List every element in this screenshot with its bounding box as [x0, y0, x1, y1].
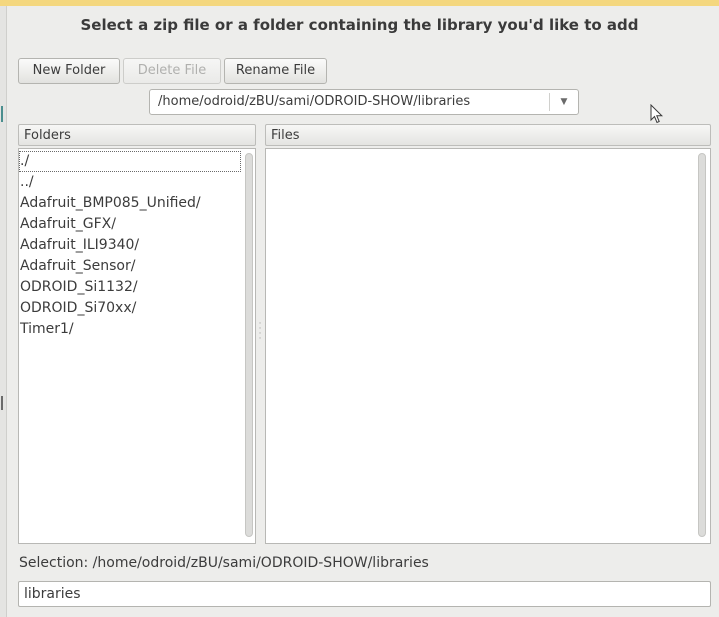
chevron-down-icon[interactable]: ▼: [550, 90, 578, 114]
files-header-label: Files: [271, 128, 300, 143]
new-folder-label: New Folder: [32, 63, 106, 78]
rename-file-button[interactable]: Rename File: [224, 58, 327, 84]
path-combo[interactable]: /home/odroid/zBU/sami/ODROID-SHOW/librar…: [149, 89, 579, 115]
folder-item[interactable]: Adafruit_BMP085_Unified/: [19, 193, 241, 214]
window-left-edge: [0, 6, 7, 617]
folder-item[interactable]: Adafruit_GFX/: [19, 214, 241, 235]
folders-header[interactable]: Folders: [18, 124, 256, 146]
pane-divider-handle[interactable]: · · · ·: [258, 320, 262, 344]
dialog-title: Select a zip file or a folder containing…: [80, 16, 639, 34]
selection-label: Selection: /home/odroid/zBU/sami/ODROID-…: [19, 555, 429, 571]
new-folder-button[interactable]: New Folder: [18, 58, 120, 84]
folder-item[interactable]: ODROID_Si1132/: [19, 277, 241, 298]
path-combo-value: /home/odroid/zBU/sami/ODROID-SHOW/librar…: [158, 94, 471, 109]
rename-file-label: Rename File: [235, 63, 316, 78]
edge-mark: [1, 106, 3, 122]
folder-item[interactable]: ./: [19, 151, 241, 172]
folder-item[interactable]: ../: [19, 172, 241, 193]
folder-item[interactable]: Adafruit_ILI9340/: [19, 235, 241, 256]
files-header[interactable]: Files: [265, 124, 711, 146]
selection-input[interactable]: [18, 581, 711, 607]
folder-item[interactable]: ODROID_Si70xx/: [19, 298, 241, 319]
mouse-pointer-icon: [650, 104, 664, 124]
folders-pane[interactable]: ./ ../ Adafruit_BMP085_Unified/ Adafruit…: [18, 148, 256, 544]
folders-header-label: Folders: [24, 128, 71, 143]
files-pane[interactable]: [265, 148, 711, 544]
folders-scrollbar[interactable]: [245, 153, 253, 537]
edge-mark: [1, 396, 3, 410]
files-scrollbar[interactable]: [698, 153, 706, 537]
delete-file-button[interactable]: Delete File: [123, 58, 221, 84]
folder-item[interactable]: Timer1/: [19, 319, 241, 340]
folder-item[interactable]: Adafruit_Sensor/: [19, 256, 241, 277]
folders-list[interactable]: ./ ../ Adafruit_BMP085_Unified/ Adafruit…: [19, 151, 241, 340]
delete-file-label: Delete File: [137, 63, 207, 78]
window-top-strip: [0, 0, 719, 6]
